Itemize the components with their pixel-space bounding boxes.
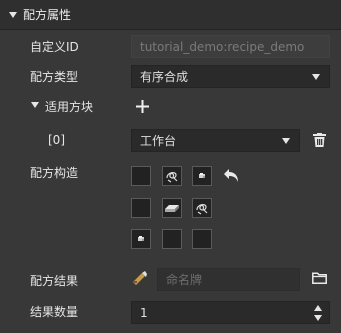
recipe-slot-iron-nugget[interactable] (192, 166, 212, 186)
trash-icon[interactable] (313, 133, 326, 147)
iron-nugget-icon (138, 236, 144, 241)
custom-id-label: 自定义ID (30, 40, 79, 54)
decrement-icon[interactable] (314, 314, 322, 321)
recipe-slot-string[interactable] (192, 198, 212, 218)
applicable-blocks-label: 适用方块 (45, 100, 94, 114)
result-count-value: 1 (140, 305, 148, 320)
folder-icon[interactable] (312, 272, 327, 284)
name-tag-icon (133, 271, 147, 285)
iron-ingot-icon (165, 205, 179, 212)
recipe-slot-empty[interactable] (162, 229, 182, 249)
recipe-type-dropdown[interactable]: 有序合成 (131, 65, 330, 88)
recipe-result-placeholder: 命名牌 (166, 273, 203, 287)
chevron-down-icon (312, 73, 320, 80)
plus-icon[interactable] (136, 100, 149, 113)
result-count-stepper[interactable]: 1 (131, 301, 330, 324)
collapse-caret-icon[interactable] (9, 11, 17, 18)
iron-nugget-icon (199, 173, 205, 178)
recipe-result-field[interactable]: 命名牌 (157, 268, 300, 291)
section-header[interactable]: 配方属性 (0, 0, 341, 30)
recipe-properties-panel: 配方属性 自定义ID tutorial_demo:recipe_demo 配方类… (0, 0, 341, 333)
applicable-blocks-collapse-icon[interactable] (31, 102, 39, 108)
block-entry-dropdown[interactable]: 工作台 (131, 129, 300, 152)
section-title: 配方属性 (23, 8, 72, 22)
recipe-structure-label: 配方构造 (30, 166, 79, 180)
recipe-slot-string[interactable] (162, 166, 182, 186)
recipe-slot-empty[interactable] (131, 198, 151, 218)
stepper-arrows[interactable] (313, 304, 323, 321)
recipe-slot-empty[interactable] (131, 166, 151, 186)
custom-id-field: tutorial_demo:recipe_demo (131, 35, 330, 58)
block-entry-index: [0] (48, 133, 65, 147)
recipe-slot-empty[interactable] (192, 229, 212, 249)
custom-id-value: tutorial_demo:recipe_demo (140, 39, 305, 54)
recipe-type-value: 有序合成 (140, 70, 189, 84)
chevron-down-icon (282, 137, 290, 144)
recipe-type-label: 配方类型 (30, 70, 79, 84)
block-entry-value: 工作台 (140, 134, 177, 148)
string-icon (196, 204, 208, 215)
increment-icon[interactable] (314, 304, 322, 311)
undo-icon[interactable] (223, 168, 240, 183)
recipe-slot-iron-nugget[interactable] (131, 229, 151, 249)
result-count-label: 结果数量 (30, 305, 79, 319)
recipe-result-label: 配方结果 (30, 274, 79, 288)
recipe-slot-iron-ingot[interactable] (162, 198, 182, 218)
string-icon (166, 172, 178, 183)
